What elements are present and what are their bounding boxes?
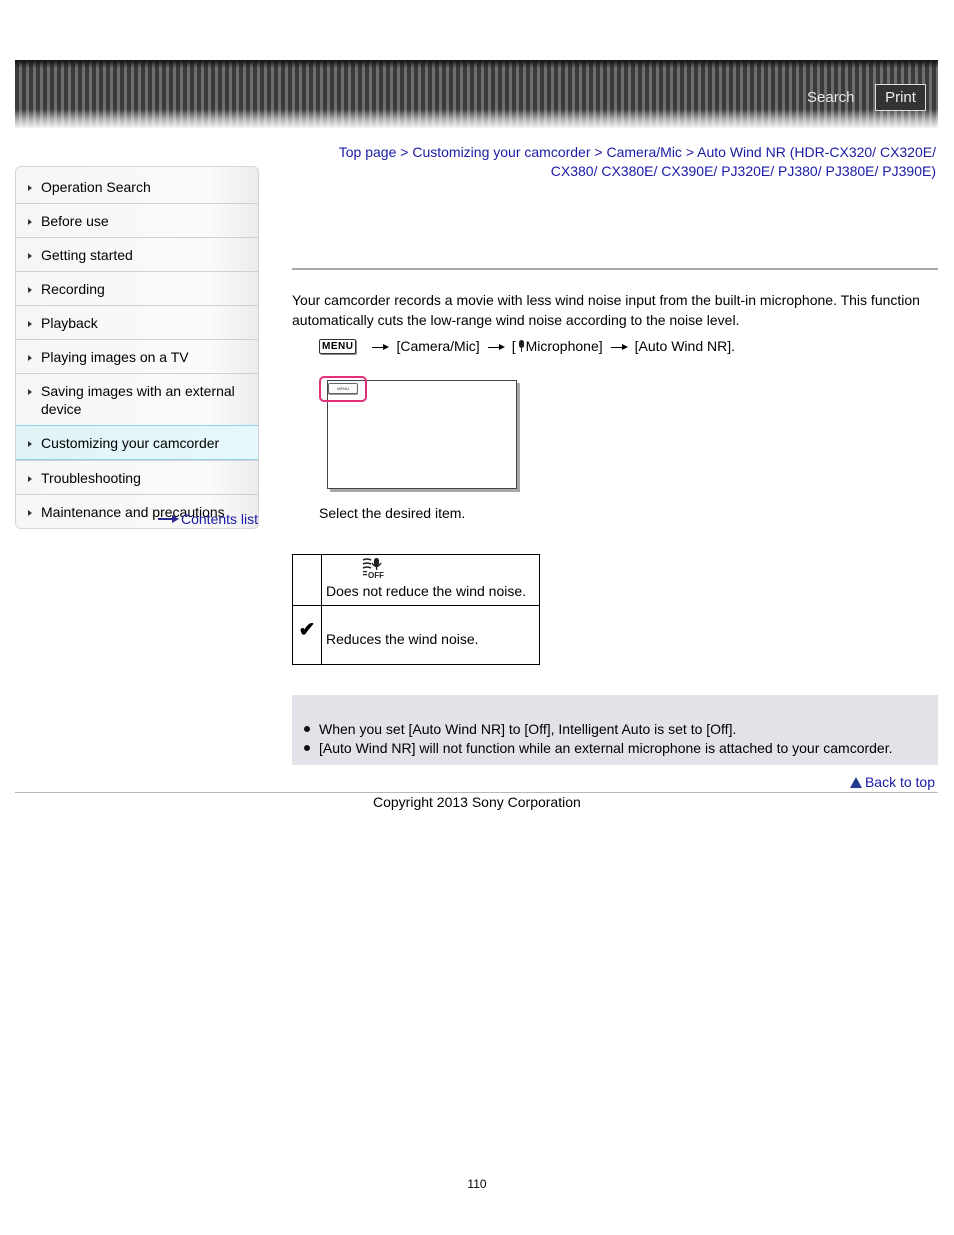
arrow-right-icon: [372, 343, 390, 351]
menu-step-microphone: Microphone]: [525, 338, 603, 354]
triangle-right-icon: [28, 253, 32, 259]
option-mark-cell: ✔: [292, 605, 322, 665]
menu-highlight-frame: [319, 376, 367, 402]
sidebar-item-playing-on-tv[interactable]: Playing images on a TV: [16, 339, 258, 373]
sidebar-item-label: Before use: [41, 213, 109, 229]
triangle-right-icon: [28, 321, 32, 327]
header-banner: [15, 60, 938, 128]
breadcrumb-customizing[interactable]: Customizing your camcorder: [412, 144, 590, 160]
sidebar-item-playback[interactable]: Playback: [16, 305, 258, 339]
breadcrumb-separator: >: [681, 144, 698, 160]
sidebar-item-label: Playing images on a TV: [41, 349, 189, 365]
triangle-right-icon: [28, 476, 32, 482]
wind-noise-off-icon: OFF: [362, 558, 384, 579]
sidebar-item-label: Getting started: [41, 247, 133, 263]
arrow-right-icon: [487, 343, 505, 351]
triangle-up-icon: [849, 776, 862, 788]
checkmark-icon: ✔: [298, 619, 316, 641]
option-desc-cell: Reduces the wind noise.: [321, 605, 540, 665]
triangle-right-icon: [28, 287, 32, 293]
search-button[interactable]: Search: [807, 89, 855, 106]
breadcrumb-separator: >: [396, 144, 413, 160]
sidebar-nav: Operation Search Before use Getting star…: [15, 166, 259, 529]
breadcrumb: Top page > Customizing your camcorder > …: [316, 143, 936, 181]
option-mark-cell: [292, 554, 322, 606]
sidebar-item-label: Saving images with an external device: [41, 383, 235, 417]
contents-list-link[interactable]: Contents list: [158, 511, 258, 527]
svg-text:OFF: OFF: [368, 571, 384, 579]
sidebar-item-saving-images[interactable]: Saving images with an external device: [16, 373, 258, 425]
sidebar-item-label: Operation Search: [41, 179, 151, 195]
notes-list: When you set [Auto Wind NR] to [Off], In…: [304, 720, 893, 757]
option-description: Does not reduce the wind noise.: [326, 583, 527, 599]
option-description: Reduces the wind noise.: [326, 631, 479, 647]
breadcrumb-separator: >: [590, 144, 607, 160]
sidebar-item-operation-search[interactable]: Operation Search: [16, 167, 258, 203]
microphone-icon: [518, 340, 525, 352]
arrow-right-icon: [158, 515, 180, 523]
sidebar-item-recording[interactable]: Recording: [16, 271, 258, 305]
triangle-right-icon: [28, 389, 32, 395]
title-divider: [292, 268, 938, 270]
sidebar-item-label: Troubleshooting: [41, 470, 141, 486]
intro-paragraph: Your camcorder records a movie with less…: [292, 292, 920, 328]
triangle-right-icon: [28, 510, 32, 516]
sidebar-item-label: Customizing your camcorder: [41, 435, 220, 451]
sidebar-item-label: Recording: [41, 281, 105, 297]
triangle-right-icon: [28, 219, 32, 225]
options-table: OFF Does not reduce the wind noise. ✔ Re…: [292, 554, 540, 665]
menu-step-auto-wind-nr: [Auto Wind NR].: [634, 338, 735, 354]
back-to-top-label: Back to top: [864, 774, 935, 790]
table-row: OFF Does not reduce the wind noise.: [292, 554, 540, 606]
step-instruction: Select the desired item.: [319, 505, 466, 521]
sidebar-item-getting-started[interactable]: Getting started: [16, 237, 258, 271]
note-item: [Auto Wind NR] will not function while a…: [304, 739, 893, 756]
triangle-right-icon: [28, 441, 32, 447]
arrow-right-icon: [610, 343, 628, 351]
page-number: 110: [467, 1177, 487, 1191]
copyright-text: Copyright 2013 Sony Corporation: [373, 794, 581, 810]
menu-step-camera-mic: [Camera/Mic]: [396, 338, 480, 354]
back-to-top-link[interactable]: Back to top: [849, 774, 935, 790]
sidebar-item-label: Playback: [41, 315, 98, 331]
option-desc-cell: OFF Does not reduce the wind noise.: [321, 554, 540, 606]
triangle-right-icon: [28, 185, 32, 191]
footer-divider: [15, 792, 938, 793]
menu-step-bracket: [: [511, 338, 516, 354]
breadcrumb-camera-mic[interactable]: Camera/Mic: [606, 144, 681, 160]
sidebar-item-before-use[interactable]: Before use: [16, 203, 258, 237]
triangle-right-icon: [28, 355, 32, 361]
note-item: When you set [Auto Wind NR] to [Off], In…: [304, 720, 893, 739]
table-row: ✔ Reduces the wind noise.: [292, 605, 540, 665]
sidebar-item-customizing[interactable]: Customizing your camcorder: [16, 425, 258, 460]
menu-button-icon: MENU: [319, 338, 357, 354]
print-button[interactable]: Print: [875, 84, 926, 111]
contents-list-label: Contents list: [181, 511, 259, 527]
breadcrumb-top-page[interactable]: Top page: [339, 144, 397, 160]
sidebar-item-troubleshooting[interactable]: Troubleshooting: [16, 460, 258, 494]
menu-path: MENU [Camera/Mic] [ Microphone] [Auto Win…: [319, 338, 735, 354]
